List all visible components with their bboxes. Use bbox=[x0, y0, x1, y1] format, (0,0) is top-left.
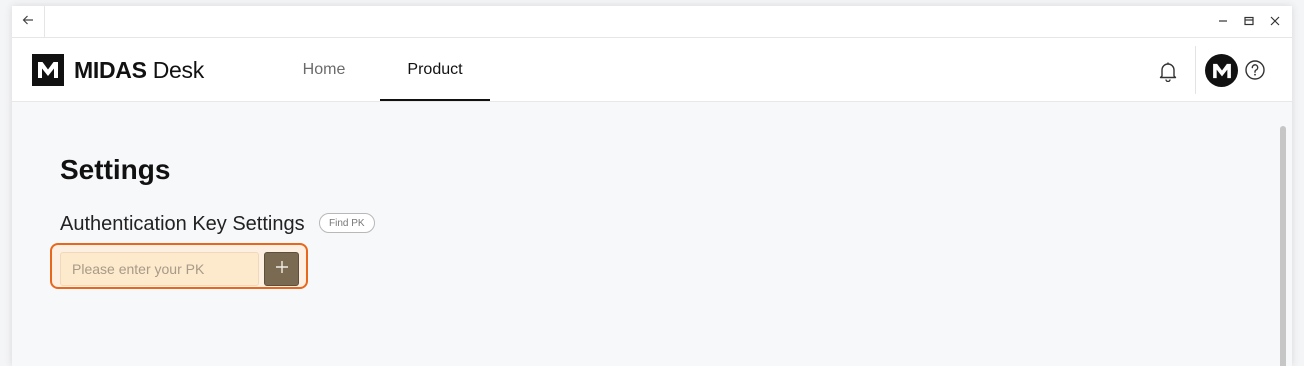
active-tab-indicator bbox=[380, 99, 490, 101]
arrow-left-icon bbox=[22, 13, 34, 31]
avatar[interactable] bbox=[1205, 54, 1238, 87]
pk-input-group bbox=[50, 243, 308, 289]
header-divider bbox=[1195, 46, 1196, 94]
midas-logo-icon[interactable] bbox=[32, 54, 64, 86]
bell-icon bbox=[1157, 62, 1179, 86]
minimize-icon bbox=[1218, 13, 1228, 31]
close-icon bbox=[1270, 13, 1280, 31]
help-button[interactable] bbox=[1244, 59, 1266, 81]
back-button[interactable] bbox=[12, 6, 45, 37]
close-button[interactable] bbox=[1268, 15, 1282, 29]
vertical-scrollbar[interactable] bbox=[1280, 126, 1286, 366]
brand-name-light: Desk bbox=[152, 57, 205, 83]
plus-icon bbox=[275, 260, 289, 279]
restore-button[interactable] bbox=[1242, 15, 1256, 29]
pk-input[interactable] bbox=[60, 252, 259, 286]
nav-tab-product[interactable]: Product bbox=[380, 38, 490, 101]
window-controls bbox=[1216, 6, 1282, 37]
notifications-button[interactable] bbox=[1157, 60, 1179, 83]
add-pk-button[interactable] bbox=[264, 252, 299, 286]
page-title: Settings bbox=[60, 154, 171, 185]
restore-icon bbox=[1244, 13, 1254, 31]
app-window: MIDAS Desk Home Product Settings Authent… bbox=[12, 6, 1292, 366]
brand-name-bold: MIDAS bbox=[74, 57, 147, 83]
find-pk-button[interactable]: Find PK bbox=[319, 213, 375, 233]
nav-tab-home[interactable]: Home bbox=[274, 38, 374, 101]
brand-name: MIDAS Desk bbox=[74, 57, 204, 84]
minimize-button[interactable] bbox=[1216, 15, 1230, 29]
app-header: MIDAS Desk Home Product bbox=[12, 38, 1292, 102]
help-circle-icon bbox=[1244, 60, 1266, 85]
title-bar bbox=[12, 6, 1292, 38]
section-title: Authentication Key Settings bbox=[60, 213, 305, 235]
main-content: Settings Authentication Key Settings Fin… bbox=[12, 102, 1292, 366]
